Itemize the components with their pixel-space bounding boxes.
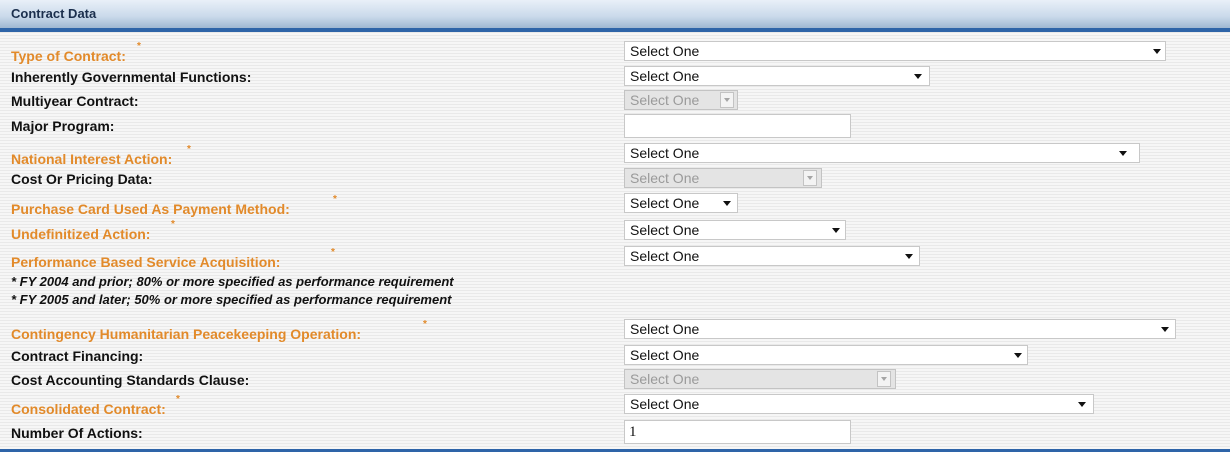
type-of-contract-label: Type of Contract: * bbox=[11, 41, 141, 64]
national-interest-value: Select One bbox=[630, 145, 700, 161]
performance-note-fy2005: * FY 2005 and later; 50% or more specifi… bbox=[11, 292, 452, 307]
cost-pricing-label: Cost Or Pricing Data: bbox=[11, 171, 153, 187]
contract-financing-select[interactable]: Select One bbox=[624, 345, 1028, 365]
contingency-label: Contingency Humanitarian Peacekeeping Op… bbox=[11, 319, 427, 342]
cost-accounting-select[interactable]: Select One bbox=[624, 369, 896, 389]
contract-data-panel: Contract Data Type of Contract: * Select … bbox=[0, 0, 1230, 452]
major-program-label: Major Program: bbox=[11, 118, 115, 134]
required-marker: * bbox=[176, 394, 180, 405]
consolidated-value: Select One bbox=[630, 396, 700, 412]
required-marker: * bbox=[423, 319, 427, 330]
section-header: Contract Data bbox=[0, 0, 1230, 32]
undefinitized-label: Undefinitized Action: * bbox=[11, 219, 175, 242]
type-of-contract-value: Select One bbox=[630, 43, 700, 59]
dropdown-button bbox=[803, 170, 817, 186]
chevron-down-icon bbox=[723, 201, 731, 206]
cost-accounting-label: Cost Accounting Standards Clause: bbox=[11, 372, 250, 388]
cost-pricing-select[interactable]: Select One bbox=[624, 168, 822, 188]
chevron-down-icon bbox=[905, 254, 913, 259]
chevron-down-icon bbox=[1014, 353, 1022, 358]
contract-financing-label: Contract Financing: bbox=[11, 348, 144, 364]
chevron-down-icon bbox=[1119, 151, 1127, 156]
inherently-governmental-select[interactable]: Select One bbox=[624, 66, 930, 86]
chevron-down-icon bbox=[807, 176, 813, 180]
undefinitized-value: Select One bbox=[630, 222, 700, 238]
national-interest-label: National Interest Action: * bbox=[11, 144, 191, 167]
chevron-down-icon bbox=[1153, 49, 1161, 54]
dropdown-button bbox=[720, 92, 734, 108]
dropdown-button bbox=[877, 371, 891, 387]
number-of-actions-input[interactable]: 1 bbox=[624, 420, 851, 444]
chevron-down-icon bbox=[724, 98, 730, 102]
chevron-down-icon bbox=[1161, 327, 1169, 332]
consolidated-select[interactable]: Select One bbox=[624, 394, 1094, 414]
section-title: Contract Data bbox=[11, 6, 97, 21]
multiyear-contract-value: Select One bbox=[630, 92, 700, 108]
inherently-governmental-value: Select One bbox=[630, 68, 700, 84]
number-of-actions-label: Number Of Actions: bbox=[11, 425, 143, 441]
chevron-down-icon bbox=[881, 377, 887, 381]
multiyear-contract-label: Multiyear Contract: bbox=[11, 93, 139, 109]
cost-accounting-value: Select One bbox=[630, 371, 700, 387]
contract-financing-value: Select One bbox=[630, 347, 700, 363]
contingency-value: Select One bbox=[630, 321, 700, 337]
purchase-card-select[interactable]: Select One bbox=[624, 193, 738, 213]
required-marker: * bbox=[331, 247, 335, 258]
chevron-down-icon bbox=[1078, 402, 1086, 407]
major-program-input[interactable] bbox=[624, 114, 851, 138]
purchase-card-value: Select One bbox=[630, 195, 700, 211]
cost-pricing-value: Select One bbox=[630, 170, 700, 186]
undefinitized-select[interactable]: Select One bbox=[624, 220, 846, 240]
chevron-down-icon bbox=[914, 74, 922, 79]
performance-based-value: Select One bbox=[630, 248, 700, 264]
required-marker: * bbox=[333, 194, 337, 205]
required-marker: * bbox=[187, 144, 191, 155]
contingency-select[interactable]: Select One bbox=[624, 319, 1176, 339]
type-of-contract-select[interactable]: Select One bbox=[624, 41, 1166, 61]
required-marker: * bbox=[171, 219, 175, 230]
performance-based-select[interactable]: Select One bbox=[624, 246, 920, 266]
consolidated-label: Consolidated Contract: * bbox=[11, 394, 180, 417]
multiyear-contract-select[interactable]: Select One bbox=[624, 90, 738, 110]
chevron-down-icon bbox=[832, 228, 840, 233]
performance-note-fy2004: * FY 2004 and prior; 80% or more specifi… bbox=[11, 274, 454, 289]
purchase-card-label: Purchase Card Used As Payment Method: * bbox=[11, 194, 337, 217]
national-interest-select[interactable]: Select One bbox=[624, 143, 1140, 163]
inherently-governmental-label: Inherently Governmental Functions: bbox=[11, 69, 252, 85]
performance-based-label: Performance Based Service Acquisition: * bbox=[11, 247, 335, 270]
required-marker: * bbox=[137, 41, 141, 52]
